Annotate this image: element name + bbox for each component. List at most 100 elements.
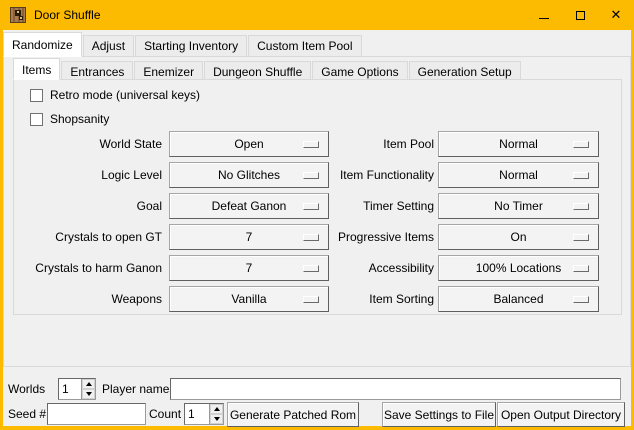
- window-title: Door Shuffle: [34, 8, 101, 22]
- player-names-input[interactable]: [170, 378, 621, 400]
- minimize-button[interactable]: [526, 0, 562, 30]
- shopsanity-checkbox-row: Shopsanity: [30, 111, 109, 127]
- count-spinbox: [184, 403, 224, 425]
- up-triangle-icon: [214, 407, 220, 411]
- item-functionality-value: Normal: [499, 168, 538, 182]
- count-label: Count: [149, 403, 181, 425]
- dropdown-indicator-icon: [573, 296, 589, 303]
- world-state-value: Open: [234, 137, 263, 151]
- logic-level-label: Logic Level: [14, 168, 162, 182]
- item-sorting-label: Item Sorting: [329, 292, 434, 306]
- settings-row: Logic Level No Glitches Item Functionali…: [14, 159, 621, 190]
- worlds-spin-arrows: [81, 379, 95, 399]
- shopsanity-checkbox[interactable]: [30, 113, 43, 126]
- item-pool-label: Item Pool: [329, 137, 434, 151]
- tab-custom-item-pool[interactable]: Custom Item Pool: [248, 35, 361, 57]
- weapons-dropdown[interactable]: Vanilla: [169, 286, 329, 312]
- worlds-label: Worlds: [8, 378, 45, 400]
- item-sorting-dropdown[interactable]: Balanced: [438, 286, 599, 312]
- item-pool-dropdown[interactable]: Normal: [438, 131, 599, 157]
- tab-game-options[interactable]: Game Options: [312, 61, 407, 80]
- up-triangle-icon: [86, 382, 92, 386]
- timer-setting-dropdown[interactable]: No Timer: [438, 193, 599, 219]
- spin-down-button[interactable]: [82, 389, 95, 399]
- logic-level-value: No Glitches: [218, 168, 280, 182]
- maximize-icon: [576, 11, 585, 20]
- save-settings-button[interactable]: Save Settings to File: [382, 402, 496, 427]
- dropdown-indicator-icon: [303, 172, 319, 179]
- retro-mode-checkbox[interactable]: [30, 89, 43, 102]
- crystals-ganon-dropdown[interactable]: 7: [169, 255, 329, 281]
- dropdown-indicator-icon: [573, 141, 589, 148]
- goal-label: Goal: [14, 199, 162, 213]
- window-content: Randomize Adjust Starting Inventory Cust…: [3, 30, 631, 426]
- tab-adjust[interactable]: Adjust: [83, 35, 134, 57]
- settings-row: Weapons Vanilla Item Sorting Balanced: [14, 283, 621, 314]
- down-triangle-icon: [214, 417, 220, 421]
- seed-label: Seed #: [8, 403, 46, 425]
- items-pane: Retro mode (universal keys) Shopsanity W…: [13, 79, 622, 315]
- item-functionality-dropdown[interactable]: Normal: [438, 162, 599, 188]
- weapons-value: Vanilla: [231, 292, 266, 306]
- minimize-icon: [539, 18, 549, 19]
- dropdown-indicator-icon: [303, 141, 319, 148]
- dropdown-indicator-icon: [303, 296, 319, 303]
- crystals-ganon-value: 7: [246, 261, 253, 275]
- timer-setting-value: No Timer: [494, 199, 543, 213]
- crystals-gt-dropdown[interactable]: 7: [169, 224, 329, 250]
- generate-patched-rom-button[interactable]: Generate Patched Rom: [227, 402, 359, 427]
- down-triangle-icon: [86, 392, 92, 396]
- open-output-directory-button[interactable]: Open Output Directory: [497, 402, 625, 427]
- count-input[interactable]: [185, 404, 209, 424]
- tab-enemizer[interactable]: Enemizer: [134, 61, 203, 80]
- logic-level-dropdown[interactable]: No Glitches: [169, 162, 329, 188]
- worlds-spinbox: [58, 378, 96, 400]
- tab-starting-inventory[interactable]: Starting Inventory: [135, 35, 247, 57]
- dropdown-indicator-icon: [303, 265, 319, 272]
- primary-tab-bar: Randomize Adjust Starting Inventory Cust…: [3, 32, 363, 57]
- dropdown-indicator-icon: [573, 203, 589, 210]
- shopsanity-label: Shopsanity: [50, 112, 109, 126]
- tab-randomize[interactable]: Randomize: [3, 32, 82, 57]
- accessibility-value: 100% Locations: [476, 261, 561, 275]
- item-pool-value: Normal: [499, 137, 538, 151]
- randomize-pane: Items Entrances Enemizer Dungeon Shuffle…: [3, 56, 631, 367]
- accessibility-label: Accessibility: [329, 261, 434, 275]
- progressive-items-dropdown[interactable]: On: [438, 224, 599, 250]
- settings-row: Crystals to open GT 7 Progressive Items …: [14, 221, 621, 252]
- close-icon: ✕: [611, 7, 622, 23]
- dropdown-indicator-icon: [573, 265, 589, 272]
- crystals-gt-value: 7: [246, 230, 253, 244]
- tab-entrances[interactable]: Entrances: [61, 61, 133, 80]
- timer-setting-label: Timer Setting: [329, 199, 434, 213]
- window-controls: ✕: [526, 0, 634, 30]
- secondary-tab-bar: Items Entrances Enemizer Dungeon Shuffle…: [13, 58, 522, 80]
- titlebar: Door Shuffle ✕: [0, 0, 634, 30]
- app-icon: [10, 7, 26, 23]
- seed-input[interactable]: [47, 403, 146, 425]
- dropdown-indicator-icon: [303, 203, 319, 210]
- close-button[interactable]: ✕: [598, 0, 634, 30]
- worlds-input[interactable]: [59, 379, 81, 399]
- world-state-dropdown[interactable]: Open: [169, 131, 329, 157]
- goal-dropdown[interactable]: Defeat Ganon: [169, 193, 329, 219]
- app-window: Door Shuffle ✕ Randomize Adjust Starting…: [0, 0, 634, 430]
- weapons-label: Weapons: [14, 292, 162, 306]
- maximize-button[interactable]: [562, 0, 598, 30]
- spin-down-button[interactable]: [210, 414, 223, 424]
- count-spin-arrows: [209, 404, 223, 424]
- retro-mode-checkbox-row: Retro mode (universal keys): [30, 87, 200, 103]
- tab-dungeon-shuffle[interactable]: Dungeon Shuffle: [204, 61, 311, 80]
- player-names-label: Player names: [102, 378, 175, 400]
- settings-row: Crystals to harm Ganon 7 Accessibility 1…: [14, 252, 621, 283]
- progressive-items-value: On: [510, 230, 526, 244]
- dropdown-indicator-icon: [303, 234, 319, 241]
- dropdown-indicator-icon: [573, 234, 589, 241]
- tab-items[interactable]: Items: [13, 58, 60, 80]
- spin-up-button[interactable]: [210, 404, 223, 414]
- spin-up-button[interactable]: [82, 379, 95, 389]
- crystals-ganon-label: Crystals to harm Ganon: [14, 261, 162, 275]
- accessibility-dropdown[interactable]: 100% Locations: [438, 255, 599, 281]
- tab-generation-setup[interactable]: Generation Setup: [409, 61, 521, 80]
- item-sorting-value: Balanced: [493, 292, 543, 306]
